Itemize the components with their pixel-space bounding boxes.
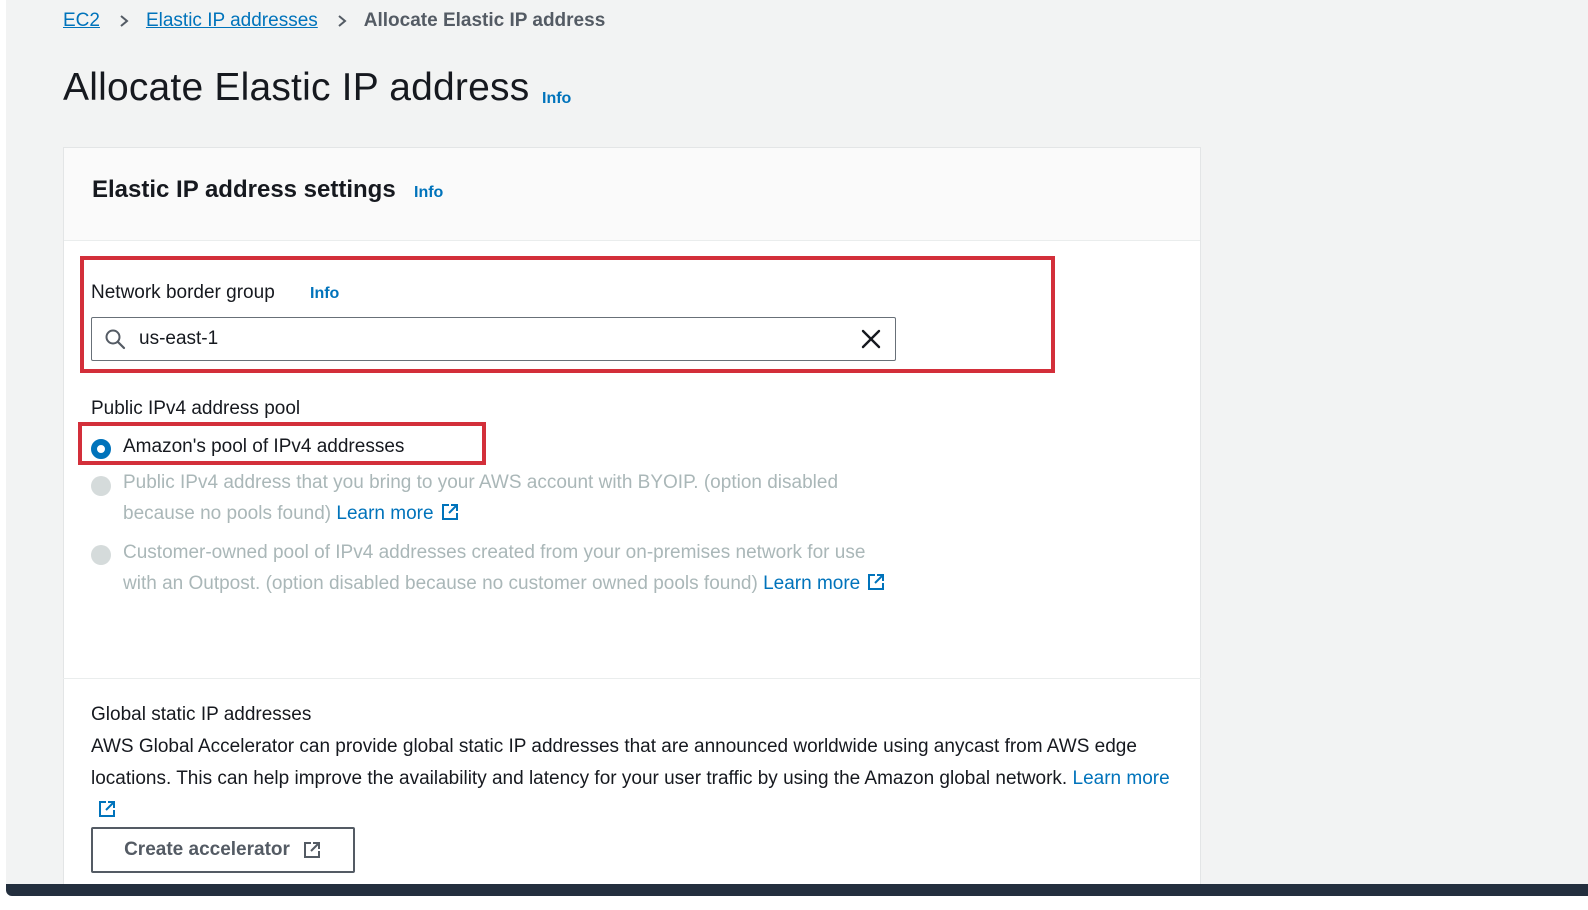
breadcrumb-elastic-ip-link[interactable]: Elastic IP addresses [146,10,318,32]
customer-owned-option-text: Customer-owned pool of IPv4 addresses cr… [123,542,866,594]
customer-owned-learn-more-link[interactable]: Learn more [763,573,860,594]
settings-panel-header: Elastic IP address settings Info [64,148,1200,241]
chevron-right-icon [120,15,129,27]
global-static-ip-label: Global static IP addresses [91,704,312,725]
highlight-box-network-border-group [80,256,1055,373]
ipv4-pool-label: Public IPv4 address pool [91,398,301,419]
radio-customer-owned-pool-label: Customer-owned pool of IPv4 addresses cr… [123,537,893,599]
section-divider [63,678,1201,679]
radio-byoip-pool-label: Public IPv4 address that you bring to yo… [123,467,903,529]
external-link-icon [303,842,320,858]
breadcrumb-ec2-link[interactable]: EC2 [63,10,100,32]
breadcrumb-current: Allocate Elastic IP address [363,10,606,31]
external-link-icon [868,574,885,590]
chevron-right-icon [338,15,347,27]
global-accelerator-learn-more-link[interactable]: Learn more [1073,768,1170,789]
breadcrumb: EC2 Elastic IP addresses Allocate Elasti… [63,8,605,34]
radio-customer-owned-pool [91,545,111,565]
external-link-icon [441,504,458,520]
global-static-ip-description: AWS Global Accelerator can provide globa… [91,731,1171,827]
global-static-ip-text: AWS Global Accelerator can provide globa… [91,736,1137,789]
bottom-bar [6,884,1588,896]
byoip-option-text: Public IPv4 address that you bring to yo… [123,472,839,524]
create-accelerator-button[interactable]: Create accelerator [91,827,355,873]
byoip-learn-more-link[interactable]: Learn more [336,503,433,524]
settings-info-link[interactable]: Info [414,184,443,202]
radio-byoip-pool [91,476,111,496]
external-link-icon [99,801,115,817]
create-accelerator-button-label: Create accelerator [124,839,290,860]
page-title: Allocate Elastic IP address [63,66,530,109]
page-info-link[interactable]: Info [542,90,571,108]
settings-panel-title: Elastic IP address settings [92,176,396,203]
highlight-box-amazon-pool [78,422,486,465]
